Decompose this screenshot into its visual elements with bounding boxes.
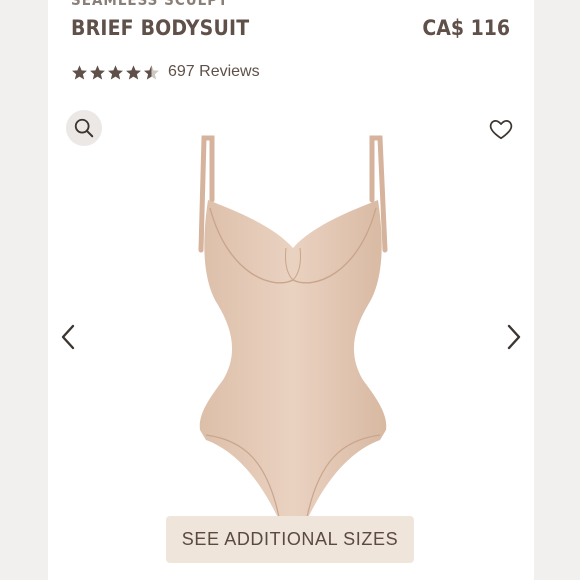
wishlist-button[interactable]: [488, 116, 514, 142]
heart-icon: [489, 120, 513, 140]
chevron-right-icon: [507, 324, 521, 350]
star-rating: [71, 64, 160, 81]
chevron-left-icon: [61, 324, 75, 350]
product-price: CA$ 116: [422, 16, 510, 40]
star-icon: [90, 64, 105, 79]
half-star-icon: [144, 64, 159, 79]
previous-image-button[interactable]: [58, 322, 78, 352]
star-icon: [72, 64, 87, 79]
reviews-link[interactable]: 697 Reviews: [168, 63, 260, 81]
zoom-search-button[interactable]: [66, 110, 102, 146]
next-image-button[interactable]: [504, 322, 524, 352]
rating-row[interactable]: 697 Reviews: [71, 63, 260, 81]
star-icon: [108, 64, 123, 79]
see-additional-sizes-button[interactable]: SEE ADDITIONAL SIZES: [166, 516, 414, 563]
product-title: BRIEF BODYSUIT: [71, 16, 250, 40]
search-icon: [74, 118, 94, 138]
product-card: SEAMLESS SCULPT BRIEF BODYSUIT CA$ 116 6…: [48, 0, 534, 580]
star-icon: [126, 64, 141, 79]
product-image: [198, 135, 388, 523]
collection-name: SEAMLESS SCULPT: [71, 0, 229, 9]
